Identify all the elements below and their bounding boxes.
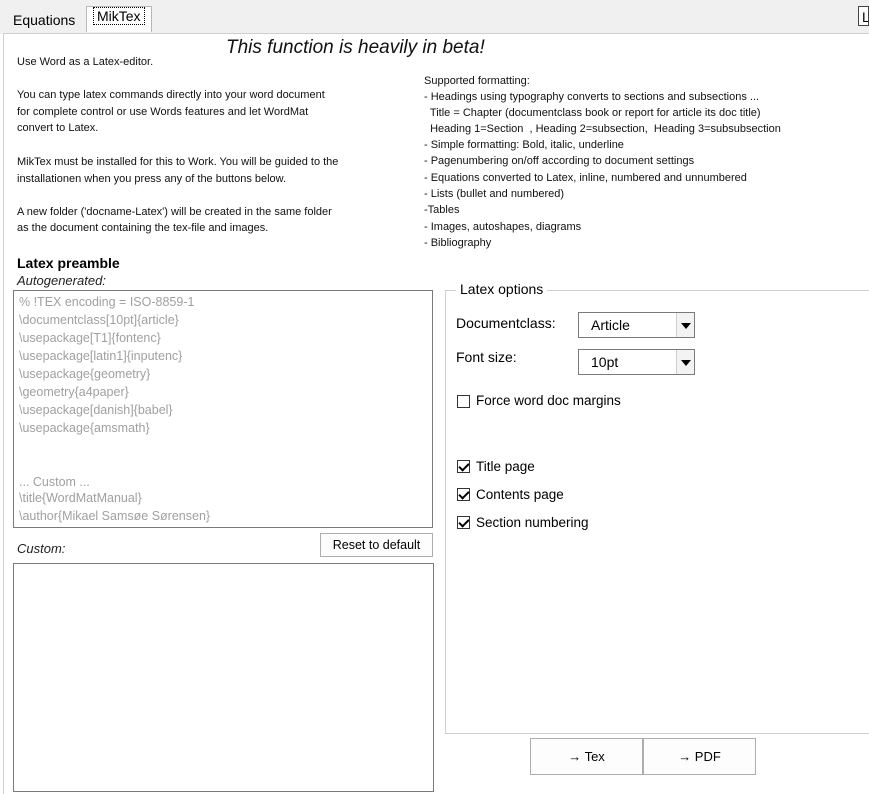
title-page-checkbox[interactable] xyxy=(457,460,470,473)
title-page-label: Title page xyxy=(476,459,535,474)
beta-notice: This function is heavily in beta! xyxy=(226,37,485,58)
documentclass-value: Article xyxy=(591,317,630,333)
preamble-line: \usepackage[latin1]{inputenc} xyxy=(19,349,183,363)
supported-line: - Equations converted to Latex, inline, … xyxy=(424,172,747,184)
force-margins-label: Force word doc margins xyxy=(476,393,621,408)
latex-options-legend: Latex options xyxy=(456,281,548,297)
supported-line: Heading 1=Section , Heading 2=subsection… xyxy=(424,123,781,135)
export-pdf-button[interactable]: → PDF xyxy=(643,738,756,775)
tab-overflow-stub[interactable]: L xyxy=(858,6,869,26)
fontsize-value: 10pt xyxy=(591,354,619,370)
supported-line: - Images, autoshapes, diagrams xyxy=(424,221,582,233)
documentclass-label: Documentclass: xyxy=(456,315,556,331)
supported-line: - Pagenumbering on/off according to docu… xyxy=(424,155,695,167)
intro-line: convert to Latex. xyxy=(17,122,99,134)
intro-line: as the document containing the tex-file … xyxy=(17,222,269,234)
supported-line: - Simple formatting: Bold, italic, under… xyxy=(424,139,624,151)
intro-line: Use Word as a Latex-editor. xyxy=(17,56,154,68)
preamble-line: % !TEX encoding = ISO-8859-1 xyxy=(19,295,195,309)
intro-line: installationen when you press any of the… xyxy=(17,173,287,185)
fontsize-label: Font size: xyxy=(456,349,517,365)
preamble-line: \usepackage[T1]{fontenc} xyxy=(19,331,161,345)
supported-line: - Lists (bullet and numbered) xyxy=(424,188,565,200)
documentclass-dropdown[interactable]: Article xyxy=(578,312,695,338)
force-margins-checkbox[interactable] xyxy=(457,395,470,408)
custom-label: Custom: xyxy=(17,541,66,556)
supported-line: Supported formatting: xyxy=(424,75,530,87)
supported-line: - Bibliography xyxy=(424,237,492,249)
custom-preamble-textbox[interactable] xyxy=(13,563,434,792)
preamble-heading: Latex preamble xyxy=(17,255,120,271)
supported-line: Title = Chapter (documentclass book or r… xyxy=(424,107,761,119)
contents-page-label: Contents page xyxy=(476,487,564,502)
section-numbering-checkbox[interactable] xyxy=(457,516,470,529)
tab-miktex[interactable]: MikTex xyxy=(86,6,152,32)
preamble-line: \title{WordMatManual} xyxy=(19,491,142,505)
reset-to-default-button[interactable]: Reset to default xyxy=(320,533,433,557)
preamble-line: ... Custom ... xyxy=(19,475,90,489)
intro-line: for complete control or use Words featur… xyxy=(17,106,309,118)
chevron-down-icon[interactable] xyxy=(676,350,694,374)
intro-line: MikTex must be installed for this to Wor… xyxy=(17,156,339,168)
preamble-line: \usepackage[danish]{babel} xyxy=(19,403,173,417)
section-numbering-label: Section numbering xyxy=(476,515,589,530)
preamble-line: \usepackage{amsmath} xyxy=(19,421,150,435)
preamble-line: \geometry{a4paper} xyxy=(19,385,129,399)
preamble-line: \documentclass[10pt]{article} xyxy=(19,313,179,327)
supported-line: - Headings using typography converts to … xyxy=(424,91,760,103)
fontsize-dropdown[interactable]: 10pt xyxy=(578,349,695,375)
tab-miktex-label: MikTex xyxy=(93,7,145,25)
contents-page-checkbox[interactable] xyxy=(457,488,470,501)
preamble-line: \usepackage{geometry} xyxy=(19,367,151,381)
tab-equations[interactable]: Equations xyxy=(7,10,81,32)
autogenerated-label: Autogenerated: xyxy=(17,273,106,288)
intro-line: A new folder ('docname-Latex') will be c… xyxy=(17,206,332,218)
intro-line: You can type latex commands directly int… xyxy=(17,89,325,101)
autogenerated-preamble-textbox[interactable]: % !TEX encoding = ISO-8859-1 \documentcl… xyxy=(13,290,433,528)
export-tex-button[interactable]: → Tex xyxy=(530,738,643,775)
preamble-line: \author{Mikael Samsøe Sørensen} xyxy=(19,509,211,523)
chevron-down-icon[interactable] xyxy=(676,313,694,337)
supported-line: -Tables xyxy=(424,204,460,216)
